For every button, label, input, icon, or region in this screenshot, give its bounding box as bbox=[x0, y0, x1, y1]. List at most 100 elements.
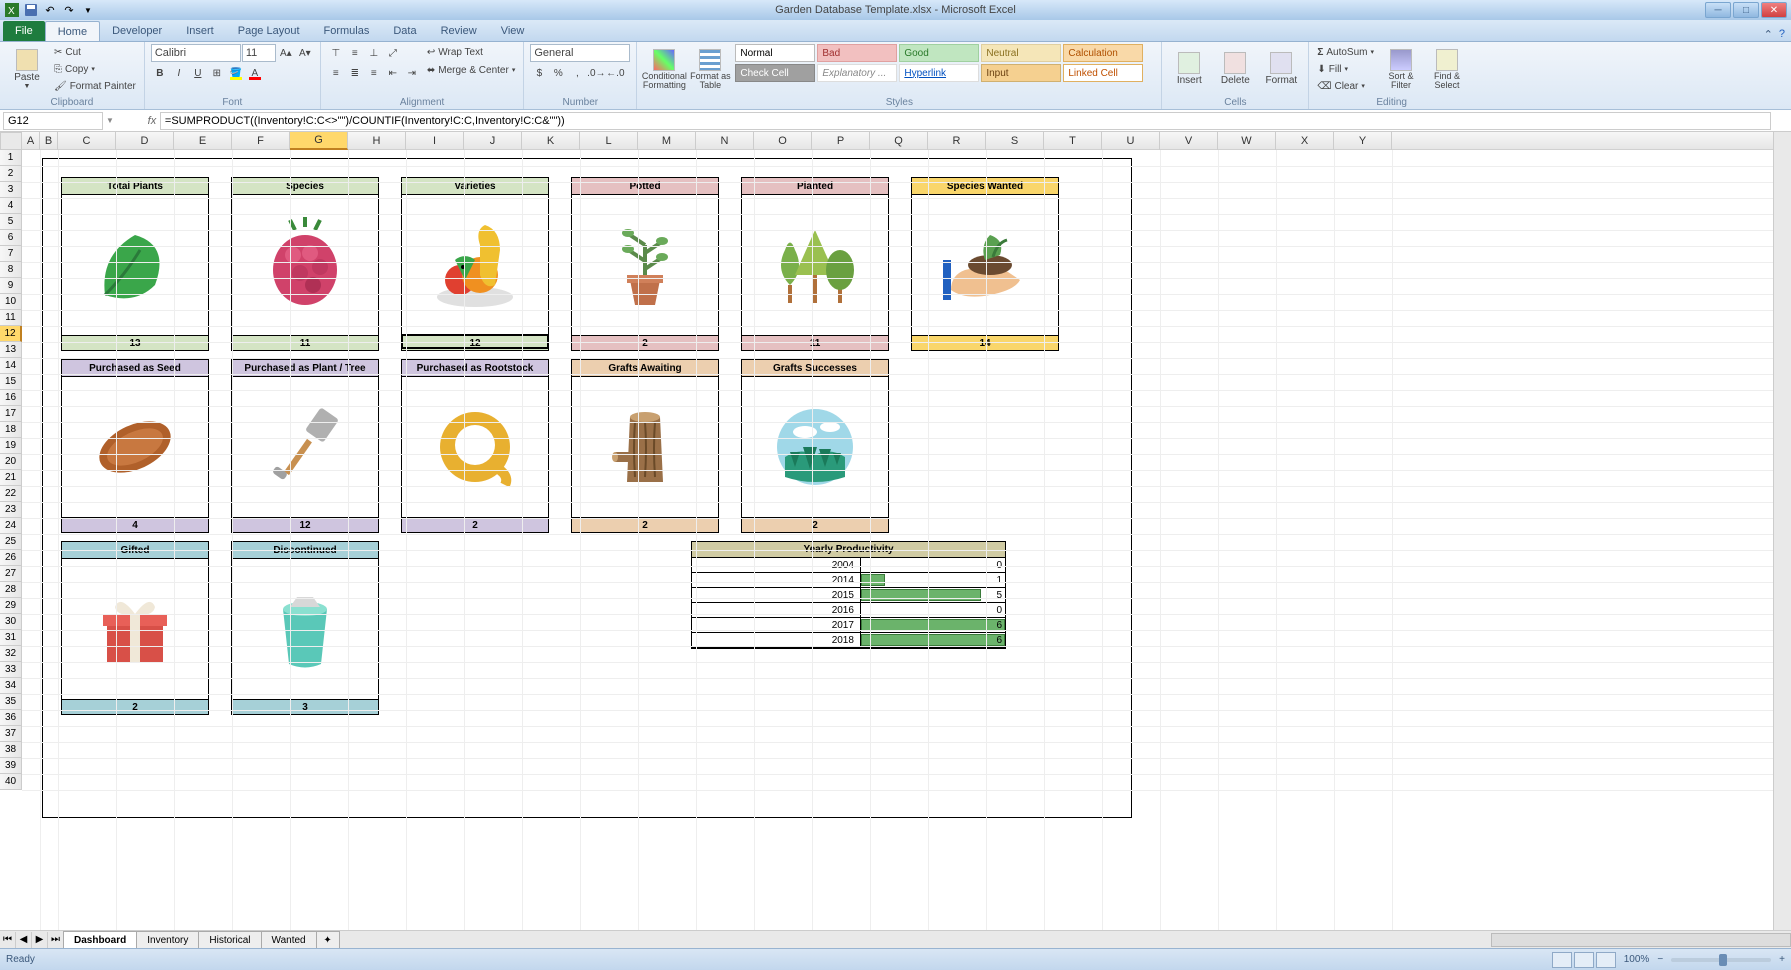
row-header[interactable]: 28 bbox=[0, 582, 22, 598]
redo-icon[interactable]: ↷ bbox=[61, 2, 77, 18]
align-center-button[interactable]: ≣ bbox=[346, 64, 364, 82]
row-header[interactable]: 19 bbox=[0, 438, 22, 454]
row-header[interactable]: 13 bbox=[0, 342, 22, 358]
qat-dropdown-icon[interactable]: ▼ bbox=[80, 2, 96, 18]
row-header[interactable]: 18 bbox=[0, 422, 22, 438]
col-header[interactable]: Q bbox=[870, 132, 928, 150]
col-header[interactable]: L bbox=[580, 132, 638, 150]
row-header[interactable]: 6 bbox=[0, 230, 22, 246]
fill-button[interactable]: ⬇Fill▾ bbox=[1315, 61, 1376, 77]
sort-filter-button[interactable]: Sort & Filter bbox=[1380, 44, 1422, 94]
col-header[interactable]: S bbox=[986, 132, 1044, 150]
row-header[interactable]: 31 bbox=[0, 630, 22, 646]
align-right-button[interactable]: ≡ bbox=[365, 64, 383, 82]
autosum-button[interactable]: ΣAutoSum▾ bbox=[1315, 44, 1376, 60]
row-header[interactable]: 32 bbox=[0, 646, 22, 662]
row-header[interactable]: 36 bbox=[0, 710, 22, 726]
vertical-scrollbar[interactable] bbox=[1773, 132, 1791, 930]
row-header[interactable]: 30 bbox=[0, 614, 22, 630]
sheet-nav-prev[interactable]: ◀ bbox=[16, 932, 32, 948]
row-header[interactable]: 34 bbox=[0, 678, 22, 694]
new-sheet-button[interactable]: ✦ bbox=[316, 931, 340, 948]
style-cell[interactable]: Input bbox=[981, 64, 1061, 82]
col-header[interactable]: F bbox=[232, 132, 290, 150]
row-header[interactable]: 29 bbox=[0, 598, 22, 614]
accounting-button[interactable]: $ bbox=[530, 64, 548, 82]
row-header[interactable]: 27 bbox=[0, 566, 22, 582]
zoom-slider[interactable] bbox=[1671, 958, 1771, 962]
tab-review[interactable]: Review bbox=[429, 21, 489, 41]
col-header[interactable]: H bbox=[348, 132, 406, 150]
row-header[interactable]: 23 bbox=[0, 502, 22, 518]
row-header[interactable]: 25 bbox=[0, 534, 22, 550]
style-cell[interactable]: Linked Cell bbox=[1063, 64, 1143, 82]
col-header[interactable]: O bbox=[754, 132, 812, 150]
orientation-button[interactable]: ⤢ bbox=[384, 44, 402, 62]
col-header[interactable]: I bbox=[406, 132, 464, 150]
clear-button[interactable]: ⌫Clear▾ bbox=[1315, 78, 1376, 94]
style-cell[interactable]: Calculation bbox=[1063, 44, 1143, 62]
col-header[interactable]: P bbox=[812, 132, 870, 150]
row-header[interactable]: 2 bbox=[0, 166, 22, 182]
col-header[interactable]: T bbox=[1044, 132, 1102, 150]
font-size-combo[interactable]: 11 bbox=[242, 44, 276, 62]
wrap-text-button[interactable]: ↩Wrap Text bbox=[425, 44, 518, 60]
col-header[interactable]: W bbox=[1218, 132, 1276, 150]
decrease-decimal-button[interactable]: ←.0 bbox=[606, 64, 624, 82]
row-header[interactable]: 35 bbox=[0, 694, 22, 710]
fill-color-button[interactable]: 🪣 bbox=[227, 64, 245, 82]
col-header[interactable]: D bbox=[116, 132, 174, 150]
sheet-nav-last[interactable]: ⏭ bbox=[48, 932, 64, 948]
align-left-button[interactable]: ≡ bbox=[327, 64, 345, 82]
tab-page-layout[interactable]: Page Layout bbox=[226, 21, 312, 41]
name-box[interactable]: G12 bbox=[3, 112, 103, 130]
row-header[interactable]: 14 bbox=[0, 358, 22, 374]
find-select-button[interactable]: Find & Select bbox=[1426, 44, 1468, 94]
row-header[interactable]: 17 bbox=[0, 406, 22, 422]
shrink-font-button[interactable]: A▾ bbox=[296, 44, 314, 62]
tab-view[interactable]: View bbox=[489, 21, 537, 41]
fx-icon[interactable]: fx bbox=[144, 115, 160, 127]
align-top-button[interactable]: ⊤ bbox=[327, 44, 345, 62]
col-header[interactable]: M bbox=[638, 132, 696, 150]
number-format-combo[interactable]: General bbox=[530, 44, 630, 62]
row-header[interactable]: 39 bbox=[0, 758, 22, 774]
style-cell[interactable]: Check Cell bbox=[735, 64, 815, 82]
row-header[interactable]: 26 bbox=[0, 550, 22, 566]
style-cell[interactable]: Neutral bbox=[981, 44, 1061, 62]
tab-developer[interactable]: Developer bbox=[100, 21, 174, 41]
col-header[interactable]: X bbox=[1276, 132, 1334, 150]
save-icon[interactable] bbox=[23, 2, 39, 18]
italic-button[interactable]: I bbox=[170, 64, 188, 82]
format-cells-button[interactable]: Format bbox=[1260, 44, 1302, 94]
increase-indent-button[interactable]: ⇥ bbox=[403, 64, 421, 82]
col-header[interactable]: U bbox=[1102, 132, 1160, 150]
grow-font-button[interactable]: A▴ bbox=[277, 44, 295, 62]
row-header[interactable]: 22 bbox=[0, 486, 22, 502]
col-header[interactable]: Y bbox=[1334, 132, 1392, 150]
conditional-formatting-button[interactable]: Conditional Formatting bbox=[643, 44, 685, 94]
sheet-tab[interactable]: Inventory bbox=[136, 931, 199, 948]
style-cell[interactable]: Good bbox=[899, 44, 979, 62]
comma-button[interactable]: , bbox=[568, 64, 586, 82]
merge-center-button[interactable]: ⬌Merge & Center▾ bbox=[425, 62, 518, 78]
align-bottom-button[interactable]: ⊥ bbox=[365, 44, 383, 62]
col-header[interactable]: K bbox=[522, 132, 580, 150]
page-layout-view-button[interactable] bbox=[1574, 952, 1594, 968]
paste-button[interactable]: Paste▼ bbox=[6, 44, 48, 94]
spreadsheet-grid[interactable]: ABCDEFGHIJKLMNOPQRSTUVWXY 12345678910111… bbox=[0, 132, 1773, 930]
row-header[interactable]: 8 bbox=[0, 262, 22, 278]
cell-styles-gallery[interactable]: NormalBadGoodNeutralCalculationCheck Cel… bbox=[735, 44, 1155, 82]
style-cell[interactable]: Normal bbox=[735, 44, 815, 62]
col-header[interactable]: B bbox=[40, 132, 58, 150]
row-header[interactable]: 40 bbox=[0, 774, 22, 790]
row-header[interactable]: 3 bbox=[0, 182, 22, 198]
col-header[interactable]: N bbox=[696, 132, 754, 150]
col-header[interactable]: E bbox=[174, 132, 232, 150]
row-header[interactable]: 33 bbox=[0, 662, 22, 678]
tab-home[interactable]: Home bbox=[45, 21, 100, 41]
row-header[interactable]: 10 bbox=[0, 294, 22, 310]
close-button[interactable]: ✕ bbox=[1761, 2, 1787, 18]
style-cell[interactable]: Hyperlink bbox=[899, 64, 979, 82]
col-header[interactable]: J bbox=[464, 132, 522, 150]
